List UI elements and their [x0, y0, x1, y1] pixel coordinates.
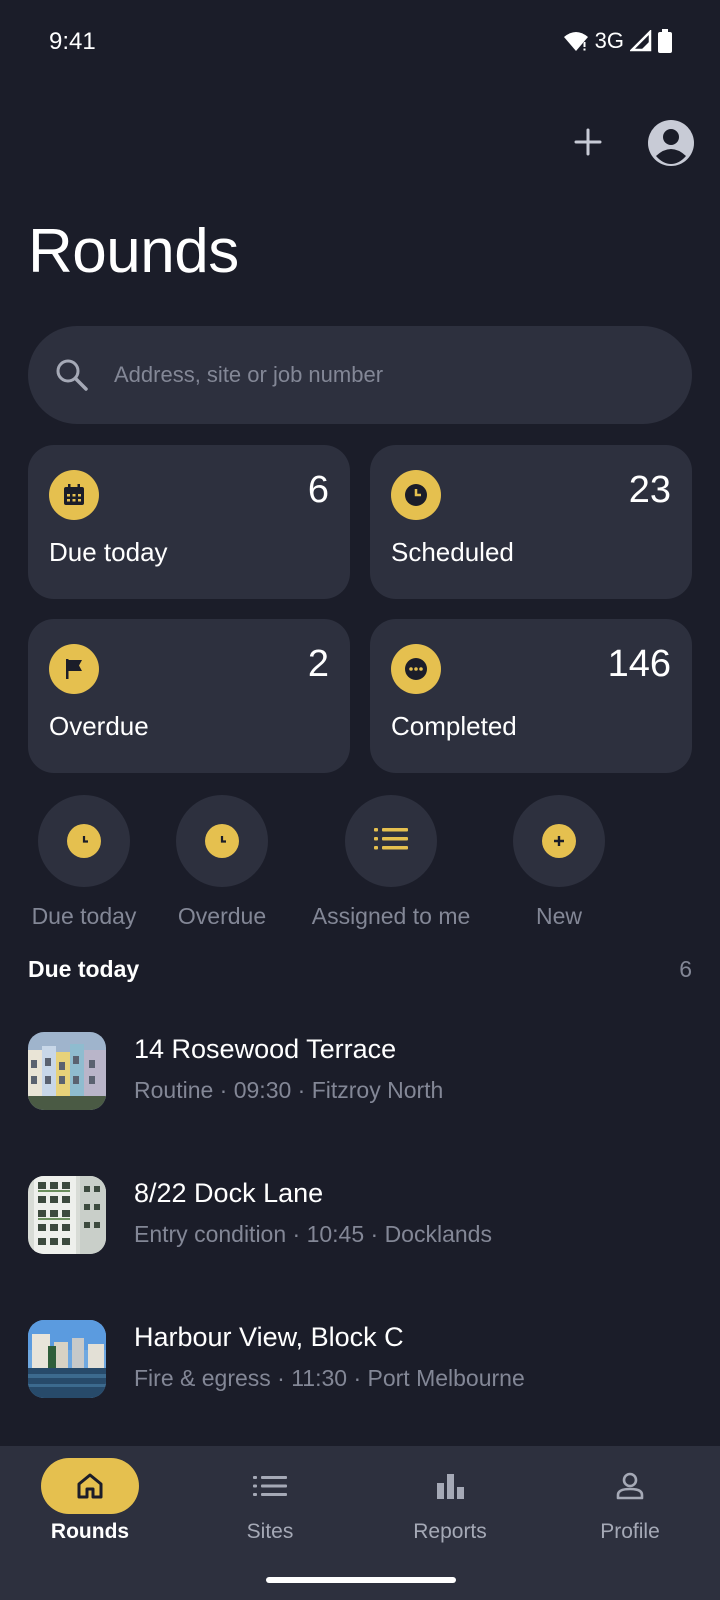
- nav-label: Reports: [413, 1520, 487, 1543]
- search-input[interactable]: [114, 362, 634, 388]
- clock-icon: [67, 824, 101, 858]
- status-time: 9:41: [49, 28, 96, 55]
- nav-item-profile[interactable]: Profile: [540, 1446, 720, 1566]
- round-list-item[interactable]: 8/22 Dock Lane Entry condition · 10:45 ·…: [28, 1176, 692, 1286]
- home-icon: [77, 1473, 103, 1499]
- round-list-item[interactable]: 14 Rosewood Terrace Routine · 09:30 · Fi…: [28, 1032, 692, 1142]
- wifi-icon: [563, 30, 589, 52]
- clock-icon: [205, 824, 239, 858]
- person-icon: [616, 1472, 644, 1500]
- round-list-item[interactable]: Harbour View, Block C Fire & egress · 11…: [28, 1320, 692, 1430]
- round-title: 14 Rosewood Terrace: [134, 1034, 397, 1064]
- nav-label: Profile: [600, 1520, 660, 1543]
- quick-filter-new[interactable]: New: [469, 795, 649, 930]
- cell-signal-icon: [630, 30, 652, 52]
- property-thumbnail: [28, 1320, 106, 1398]
- flag-icon: [49, 644, 99, 694]
- stat-card-completed[interactable]: 146 Completed: [370, 619, 692, 773]
- list-icon: [374, 826, 408, 857]
- search-bar[interactable]: [28, 326, 692, 424]
- stat-label: Overdue: [49, 711, 149, 741]
- list-icon: [253, 1476, 287, 1496]
- nav-label: Rounds: [50, 1520, 130, 1543]
- nav-item-rounds[interactable]: Rounds: [0, 1446, 180, 1566]
- network-type: 3G: [594, 28, 624, 53]
- section-title: Due today: [28, 956, 140, 982]
- stat-label: Scheduled: [391, 537, 514, 567]
- stat-count: 6: [307, 469, 329, 511]
- stat-label: Due today: [49, 537, 168, 567]
- round-title: 8/22 Dock Lane: [134, 1178, 324, 1208]
- account-avatar-button[interactable]: [648, 120, 694, 166]
- round-subtitle: Routine · 09:30 · Fitzroy North: [134, 1077, 444, 1103]
- round-title: Harbour View, Block C: [134, 1322, 404, 1352]
- stat-count: 146: [607, 643, 671, 685]
- bar-chart-icon: [437, 1474, 464, 1499]
- home-indicator[interactable]: [266, 1577, 456, 1583]
- search-icon: [56, 359, 88, 391]
- section-count: 6: [679, 956, 692, 982]
- battery-icon: [658, 29, 672, 53]
- account-circle-icon: [648, 120, 694, 166]
- more-horizontal-icon: [391, 644, 441, 694]
- stat-card-overdue[interactable]: 2 Overdue: [28, 619, 350, 773]
- property-thumbnail: [28, 1032, 106, 1110]
- nav-item-sites[interactable]: Sites: [180, 1446, 360, 1566]
- stat-count: 2: [307, 643, 329, 685]
- nav-label: Sites: [246, 1520, 294, 1543]
- plus-circle-icon: [542, 824, 576, 858]
- status-icons: 3G: [563, 28, 672, 54]
- quick-filter-overdue[interactable]: Overdue: [132, 795, 312, 930]
- quick-filter-assigned-to-me[interactable]: Assigned to me: [301, 795, 481, 930]
- stat-count: 23: [628, 469, 671, 511]
- round-subtitle: Fire & egress · 11:30 · Port Melbourne: [134, 1365, 525, 1391]
- page-title: Rounds: [28, 217, 239, 286]
- quick-filter-label: Overdue: [177, 903, 267, 929]
- calendar-icon: [49, 470, 99, 520]
- plus-icon: [574, 128, 602, 156]
- round-subtitle: Entry condition · 10:45 · Docklands: [134, 1221, 492, 1247]
- stat-label: Completed: [391, 711, 517, 741]
- property-thumbnail: [28, 1176, 106, 1254]
- add-button[interactable]: [566, 120, 610, 164]
- quick-filter-label: Assigned to me: [311, 903, 471, 929]
- nav-item-reports[interactable]: Reports: [360, 1446, 540, 1566]
- stat-card-due-today[interactable]: 6 Due today: [28, 445, 350, 599]
- quick-filter-label: New: [535, 903, 582, 929]
- clock-icon: [391, 470, 441, 520]
- stat-card-scheduled[interactable]: 23 Scheduled: [370, 445, 692, 599]
